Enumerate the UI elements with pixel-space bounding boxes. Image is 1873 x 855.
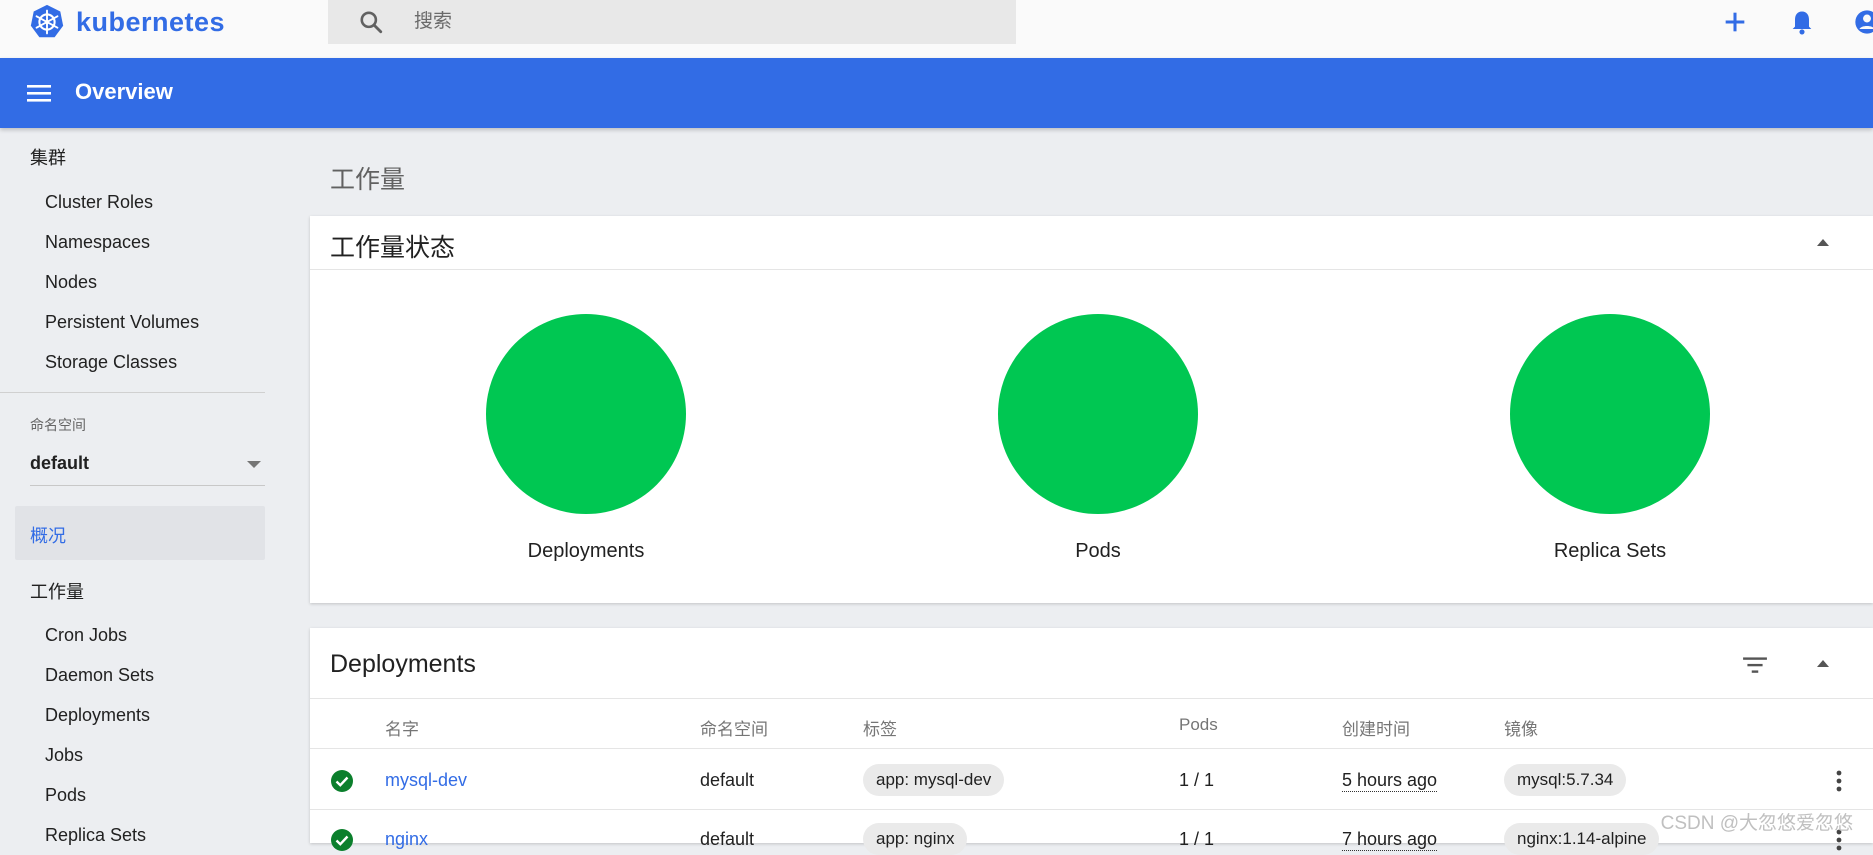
check-circle-icon <box>331 829 353 851</box>
image-chip: nginx:1.14-alpine <box>1504 823 1660 855</box>
sidebar-section-workloads[interactable]: 工作量 <box>30 578 84 604</box>
filter-icon[interactable] <box>1742 654 1768 676</box>
label-chip: app: nginx <box>863 823 968 855</box>
search-bar[interactable] <box>328 0 1016 44</box>
kubernetes-logo[interactable]: kubernetes <box>28 3 225 41</box>
sidebar-item-daemon-sets[interactable]: Daemon Sets <box>45 665 154 686</box>
sidebar-item-overview[interactable]: 概况 <box>15 506 265 560</box>
search-icon <box>360 11 383 34</box>
pods-status-circle[interactable] <box>998 314 1198 514</box>
replica-sets-status-label: Replica Sets <box>1553 540 1667 562</box>
sidebar-item-pods[interactable]: Pods <box>45 785 86 806</box>
column-header-pods: Pods <box>1179 715 1218 734</box>
brand-name: kubernetes <box>76 6 226 37</box>
deployment-created-time: 7 hours ago <box>1342 829 1438 851</box>
sidebar-divider <box>0 392 265 393</box>
deployment-pods: 1 / 1 <box>1179 770 1215 790</box>
row-divider <box>310 809 1873 810</box>
page-header: Overview <box>0 58 1873 128</box>
sidebar-item-storage-classes[interactable]: Storage Classes <box>45 352 177 373</box>
top-bar: kubernetes <box>0 0 1873 59</box>
label-chip: app: mysql-dev <box>863 764 1005 796</box>
check-circle-icon <box>331 770 353 792</box>
collapse-icon[interactable] <box>1817 239 1829 246</box>
pods-status-label: Pods <box>1075 540 1121 562</box>
watermark: CSDN @大忽悠爱忽悠 <box>1660 813 1853 834</box>
table-header-divider <box>310 748 1873 749</box>
plus-icon[interactable] <box>1721 8 1749 36</box>
search-input[interactable] <box>412 10 976 34</box>
column-header-namespace[interactable]: 命名空间 <box>700 715 768 740</box>
sidebar-item-jobs[interactable]: Jobs <box>45 745 83 766</box>
deployment-pods: 1 / 1 <box>1179 829 1215 849</box>
sidebar-item-overview-label: 概况 <box>30 526 66 546</box>
hamburger-menu-icon[interactable] <box>26 80 54 106</box>
dropdown-arrow-icon <box>247 461 261 468</box>
deployments-card: Deployments 名字 命名空间 标签 Pods 创建时间 镜像 mysq… <box>310 628 1873 855</box>
column-header-created[interactable]: 创建时间 <box>1342 715 1410 740</box>
card-divider <box>310 698 1873 699</box>
deployments-card-title: Deployments <box>330 650 476 678</box>
replica-sets-status-circle[interactable] <box>1510 314 1710 514</box>
sidebar-item-persistent-volumes[interactable]: Persistent Volumes <box>45 312 199 333</box>
sidebar-item-cron-jobs[interactable]: Cron Jobs <box>45 625 127 646</box>
sidebar-section-cluster[interactable]: 集群 <box>30 144 66 170</box>
deployments-status-label: Deployments <box>527 540 645 562</box>
namespace-label: 命名空间 <box>30 417 86 433</box>
deployments-status-circle[interactable] <box>486 314 686 514</box>
sidebar-item-cluster-roles[interactable]: Cluster Roles <box>45 192 153 213</box>
sidebar-item-nodes[interactable]: Nodes <box>45 272 97 293</box>
image-chip: mysql:5.7.34 <box>1504 764 1627 796</box>
sidebar-item-deployments[interactable]: Deployments <box>45 705 150 726</box>
kubernetes-helm-icon <box>30 4 64 38</box>
page-title: 工作量 <box>330 166 406 194</box>
deployment-namespace: default <box>700 829 755 849</box>
bell-icon[interactable] <box>1788 8 1816 36</box>
deployment-created-time: 5 hours ago <box>1342 770 1438 792</box>
column-header-images: 镜像 <box>1504 720 1538 739</box>
deployment-namespace: default <box>700 770 755 790</box>
card-divider <box>310 269 1873 270</box>
deployment-name-link[interactable]: nginx <box>385 829 428 850</box>
more-vertical-icon[interactable] <box>1836 769 1842 793</box>
namespace-selector[interactable]: default <box>30 453 265 486</box>
sidebar-item-namespaces[interactable]: Namespaces <box>45 232 150 253</box>
namespace-value: default <box>30 453 90 473</box>
workload-status-card: 工作量状态 Deployments Pods Replica Sets <box>310 216 1873 603</box>
column-header-name[interactable]: 名字 <box>385 715 419 740</box>
column-header-labels: 标签 <box>863 720 897 739</box>
page-header-title: Overview <box>75 79 173 104</box>
account-icon[interactable] <box>1853 8 1873 36</box>
workload-status-title: 工作量状态 <box>330 234 456 262</box>
collapse-icon[interactable] <box>1817 660 1829 667</box>
deployment-name-link[interactable]: mysql-dev <box>385 770 467 791</box>
sidebar: 集群 Cluster Roles Namespaces Nodes Persis… <box>0 128 266 845</box>
